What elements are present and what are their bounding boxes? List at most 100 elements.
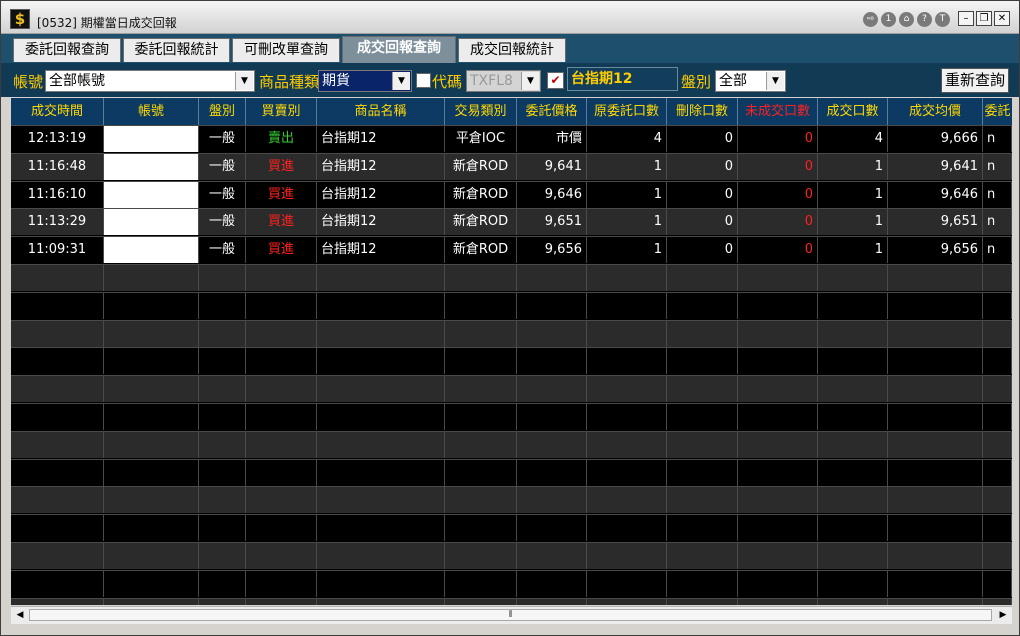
cell-order [983, 265, 1012, 291]
export-icon[interactable]: ⇨ [863, 12, 878, 27]
cell-session [199, 487, 246, 514]
table-row[interactable]: 11:09:31 一般 買進 台指期12 新倉ROD 9,656 1 0 0 1 9,656 n [11, 236, 1012, 264]
table-row[interactable]: 11:16:10 一般 買進 台指期12 新倉ROD 9,646 1 0 0 1 9,646 n [11, 180, 1012, 208]
cell-cancel-qty [667, 292, 738, 319]
print-icon[interactable]: ⌂ [899, 12, 914, 27]
tab-order-report-query[interactable]: 委託回報查詢 [13, 38, 121, 62]
scroll-thumb[interactable]: ⦀ [29, 609, 992, 621]
topmost-icon[interactable]: T [935, 12, 950, 27]
table-row[interactable]: 12:13:19 一般 賣出 台指期12 平倉IOC 市價 4 0 0 4 9,666 n [11, 125, 1012, 152]
cell-time: 11:16:48 [11, 153, 104, 180]
code-select[interactable]: TXFL8 ▼ [466, 70, 541, 92]
table-row-empty [11, 264, 1012, 291]
chevron-down-icon[interactable]: ▼ [766, 72, 784, 90]
table-row[interactable]: 11:16:48 一般 買進 台指期12 新倉ROD 9,641 1 0 0 1 9,641 n [11, 152, 1012, 180]
tab-modifiable-orders[interactable]: 可刪改單查詢 [232, 38, 340, 62]
col-header-avg-price[interactable]: 成交均價 [888, 98, 983, 125]
product-check-icon[interactable]: ✔ [547, 72, 564, 89]
cell-account [104, 598, 199, 605]
col-header-filled-qty[interactable]: 成交口數 [818, 98, 888, 125]
cell-filled-qty: 4 [818, 126, 888, 152]
cell-avg-price [888, 292, 983, 319]
cell-side [246, 515, 317, 542]
cell-avg-price [888, 265, 983, 291]
code-checkbox[interactable] [416, 73, 431, 88]
col-header-account[interactable]: 帳號 [104, 98, 199, 125]
info-icon[interactable]: 1 [881, 12, 896, 27]
tab-fill-report-query[interactable]: 成交回報查詢 [342, 36, 456, 63]
horizontal-scrollbar[interactable]: ◀ ⦀ ▶ [11, 606, 1012, 624]
restore-button[interactable]: ❐ [976, 11, 992, 26]
requery-button[interactable]: 重新查詢 [941, 68, 1009, 93]
cell-product [317, 487, 445, 514]
help-icon[interactable]: ? [917, 12, 932, 27]
col-header-product[interactable]: 商品名稱 [317, 98, 445, 125]
col-header-orig-qty[interactable]: 原委託口數 [587, 98, 667, 125]
col-header-session[interactable]: 盤別 [199, 98, 246, 125]
cell-filled-qty: 1 [818, 209, 888, 236]
cell-trade-type [445, 265, 517, 291]
cell-session: 一般 [199, 237, 246, 264]
cell-price [517, 459, 587, 486]
cell-cancel-qty [667, 265, 738, 291]
col-header-order[interactable]: 委託 [983, 98, 1012, 125]
table-row[interactable]: 11:13:29 一般 買進 台指期12 新倉ROD 9,651 1 0 0 1 9,651 n [11, 208, 1012, 236]
session-select[interactable]: 全部 ▼ [715, 70, 786, 92]
cell-order [983, 515, 1012, 542]
chevron-down-icon[interactable]: ▼ [235, 72, 253, 90]
cell-filled-qty: 1 [818, 181, 888, 208]
cell-unfilled-qty: 0 [738, 153, 818, 180]
scroll-left-icon[interactable]: ◀ [13, 609, 27, 622]
cell-price [517, 348, 587, 375]
cell-side [246, 265, 317, 291]
cell-trade-type [445, 598, 517, 605]
cell-product: 台指期12 [317, 126, 445, 152]
cell-avg-price [888, 376, 983, 403]
cell-filled-qty: 1 [818, 153, 888, 180]
cell-account [104, 570, 199, 597]
table-row-empty [11, 319, 1012, 347]
order-report-window: $ [0532] 期權當日成交回報 ⇨ 1 ⌂ ? T – ❐ ✕ 委託回報查詢… [0, 0, 1020, 636]
tab-fill-report-stats[interactable]: 成交回報統計 [458, 38, 566, 62]
cell-trade-type [445, 487, 517, 514]
col-header-price[interactable]: 委託價格 [517, 98, 587, 125]
cell-side [246, 459, 317, 486]
minimize-button[interactable]: – [958, 11, 974, 26]
cell-time [11, 404, 104, 430]
cell-price [517, 265, 587, 291]
cell-filled-qty [818, 348, 888, 375]
col-header-side[interactable]: 買賣別 [246, 98, 317, 125]
table-row-empty [11, 542, 1012, 569]
cell-session: 一般 [199, 181, 246, 208]
cell-cancel-qty [667, 459, 738, 486]
cell-orig-qty [587, 598, 667, 605]
chevron-down-icon[interactable]: ▼ [521, 72, 539, 90]
cell-side: 買進 [246, 237, 317, 264]
cell-orig-qty: 4 [587, 126, 667, 152]
cell-account [104, 459, 199, 486]
tab-order-report-stats[interactable]: 委託回報統計 [123, 38, 230, 62]
close-button[interactable]: ✕ [994, 11, 1010, 26]
col-header-fill-time[interactable]: 成交時間 [11, 98, 104, 125]
cell-avg-price: 9,641 [888, 153, 983, 180]
col-header-unfilled-qty[interactable]: 未成交口數 [738, 98, 818, 125]
scroll-right-icon[interactable]: ▶ [996, 609, 1010, 622]
cell-price: 市價 [517, 126, 587, 152]
cell-side [246, 598, 317, 605]
col-header-trade-type[interactable]: 交易類別 [445, 98, 517, 125]
account-select[interactable]: 全部帳號 ▼ [45, 70, 255, 92]
chevron-down-icon[interactable]: ▼ [392, 72, 410, 90]
product-type-select[interactable]: 期貨 ▼ [318, 70, 412, 92]
cell-account [104, 515, 199, 542]
cell-filled-qty [818, 515, 888, 542]
cell-side [246, 376, 317, 403]
account-select-value: 全部帳號 [49, 73, 105, 89]
cell-product [317, 376, 445, 403]
cell-price [517, 515, 587, 542]
cell-unfilled-qty [738, 348, 818, 375]
col-header-cancel-qty[interactable]: 刪除口數 [667, 98, 738, 125]
cell-side [246, 404, 317, 430]
cell-unfilled-qty [738, 292, 818, 319]
cell-time [11, 570, 104, 597]
cell-cancel-qty: 0 [667, 209, 738, 236]
